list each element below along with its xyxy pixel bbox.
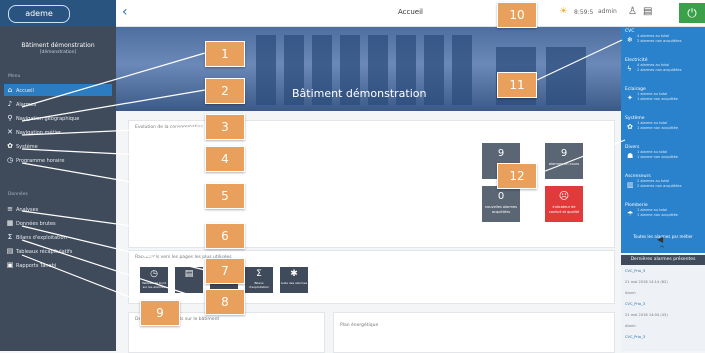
- callout-5: 5: [205, 183, 245, 209]
- callout-7: 7: [205, 258, 245, 284]
- callout-4: 4: [205, 146, 245, 172]
- callout-12: 12: [497, 163, 537, 189]
- callout-2: 2: [205, 78, 245, 104]
- callout-6: 6: [205, 223, 245, 249]
- callout-10: 10: [497, 2, 537, 28]
- callout-11: 11: [497, 72, 537, 98]
- callout-3: 3: [205, 114, 245, 140]
- callout-leaders: [21, 11, 626, 306]
- app-window: ademe Bâtiment démonstration [démonstrat…: [0, 0, 705, 353]
- callout-8: 8: [205, 289, 245, 315]
- callout-1: 1: [205, 41, 245, 67]
- callout-9: 9: [140, 300, 180, 326]
